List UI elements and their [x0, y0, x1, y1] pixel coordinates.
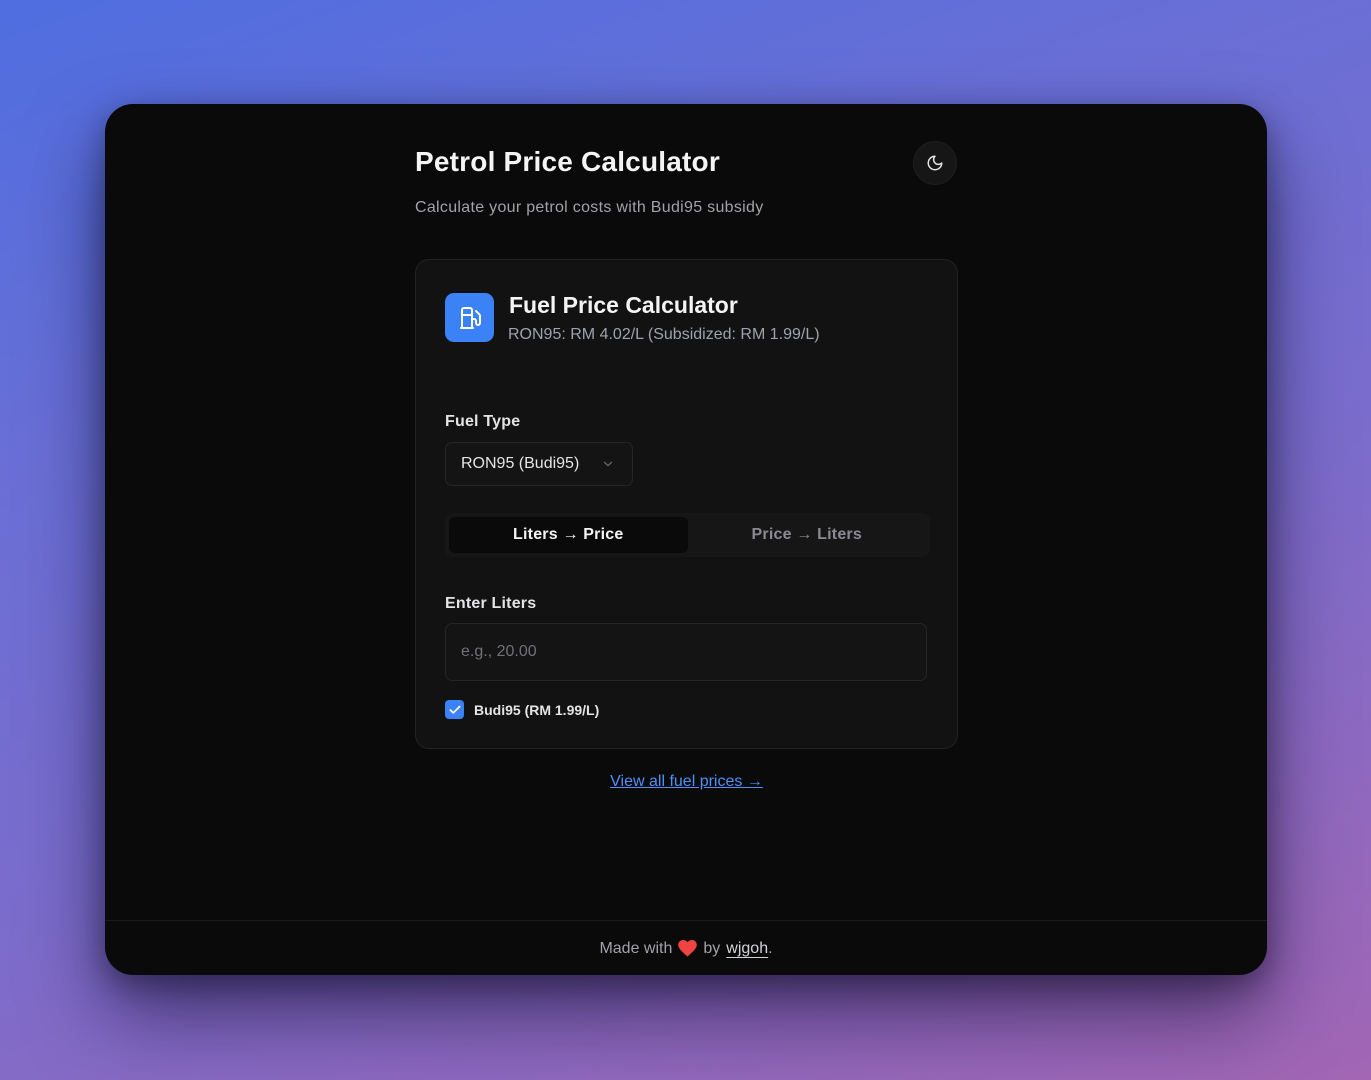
card-icon-badge	[445, 293, 494, 342]
footer-period: .	[768, 939, 773, 957]
theme-toggle-button[interactable]	[913, 141, 957, 185]
conversion-mode-tabs: Liters → Price Price → Liters	[445, 513, 930, 557]
app-window: Petrol Price Calculator Calculate your p…	[105, 104, 1267, 975]
footer-made-with: Made with	[599, 939, 673, 957]
fuel-rate-info: RON95: RM 4.02/L (Subsidized: RM 1.99/L)	[508, 326, 820, 343]
fuel-type-select[interactable]: RON95 (Budi95)	[445, 442, 633, 486]
tab-price-to-liters[interactable]: Price → Liters	[688, 517, 927, 553]
view-prices-link-wrapper: View all fuel prices →	[415, 773, 958, 791]
fuel-type-selected-value: RON95 (Budi95)	[461, 455, 580, 472]
budi95-checkbox[interactable]	[445, 700, 464, 719]
card-title: Fuel Price Calculator	[509, 292, 738, 318]
heart-icon	[678, 940, 698, 957]
liters-input[interactable]	[445, 623, 927, 681]
footer-by: by	[703, 939, 721, 957]
tab-liters-to-price[interactable]: Liters → Price	[449, 517, 688, 553]
fuel-pump-icon	[459, 306, 481, 329]
view-all-fuel-prices-link[interactable]: View all fuel prices →	[610, 773, 763, 790]
budi95-checkbox-row: Budi95 (RM 1.99/L)	[445, 700, 599, 719]
fuel-type-label: Fuel Type	[445, 413, 521, 430]
check-icon	[448, 705, 461, 714]
page-subtitle: Calculate your petrol costs with Budi95 …	[415, 199, 764, 216]
budi95-checkbox-label: Budi95 (RM 1.99/L)	[474, 701, 600, 718]
liters-input-label: Enter Liters	[445, 595, 537, 612]
moon-icon	[927, 155, 943, 171]
footer: Made with by wjgoh.	[105, 920, 1267, 975]
author-link[interactable]: wjgoh	[726, 940, 768, 958]
chevron-down-icon	[603, 461, 613, 467]
calculator-card: Fuel Price Calculator RON95: RM 4.02/L (…	[415, 259, 958, 749]
page-title: Petrol Price Calculator	[415, 146, 720, 177]
